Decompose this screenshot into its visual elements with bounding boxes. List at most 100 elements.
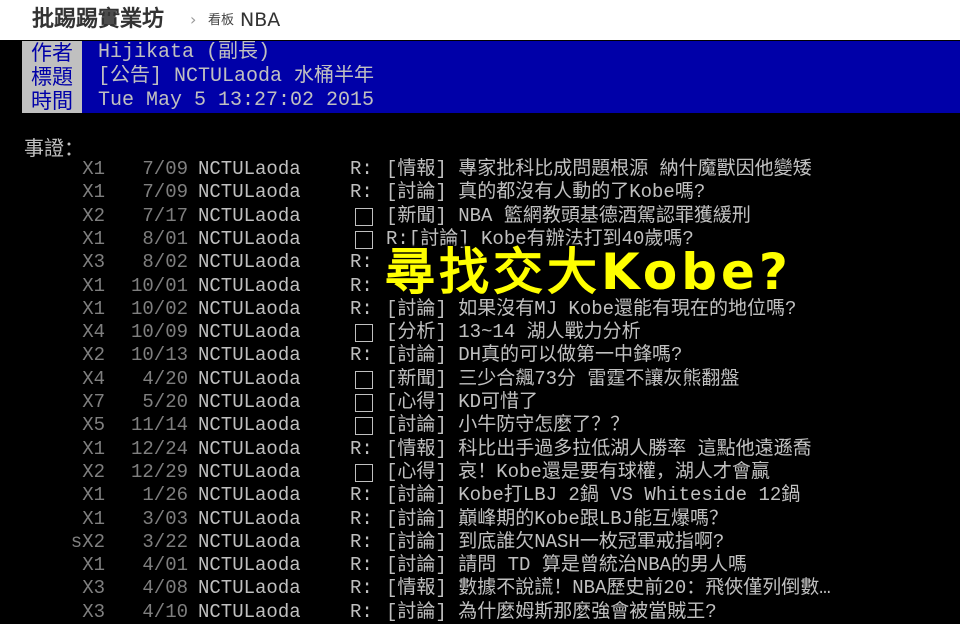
list-item: X1 3/03 NCTULaoda R: [討論] 巔峰期的Kobe跟LBJ能互爆嗎？	[0, 508, 960, 531]
row-status-box: □	[355, 230, 373, 249]
row-date: 4/01	[142, 554, 188, 577]
meta-time: 時間 Tue May 5 13:27:02 2015	[22, 89, 960, 113]
row-status-box: □	[355, 370, 373, 389]
row-date: 11/14	[130, 414, 188, 437]
row-author: NCTULaoda	[198, 507, 301, 530]
meta-title-value: [公告] NCTULaoda 水桶半年	[82, 65, 960, 89]
row-reply-mark: R:	[350, 600, 373, 623]
row-date: 8/01	[142, 227, 188, 250]
row-title: [討論] 請問 TD 算是曾統治NBA的男人嗎	[386, 554, 748, 577]
row-date: 3/03	[142, 507, 188, 530]
list-item: X4 10/09 NCTULaoda □ [分析] 13~14 湖人戰力分析	[0, 321, 960, 344]
row-reply-mark: R:	[350, 484, 373, 507]
row-author: NCTULaoda	[198, 460, 301, 483]
row-status-box: □	[355, 324, 373, 343]
row-mark: X4	[82, 321, 105, 344]
meta-author-key: 作者	[22, 41, 82, 65]
row-title: [心得] KD可惜了	[386, 391, 539, 413]
row-author: NCTULaoda	[198, 181, 301, 204]
list-item: X5 11/14 NCTULaoda □ [討論] 小牛防守怎麼了？？	[0, 414, 960, 437]
site-name-link[interactable]: 批踢踢實業坊	[32, 4, 164, 36]
row-mark: X5	[82, 414, 105, 437]
row-mark: X2	[82, 460, 105, 483]
meta-time-key: 時間	[22, 89, 82, 113]
row-author: NCTULaoda	[198, 158, 301, 180]
row-author: NCTULaoda	[198, 391, 301, 413]
list-item: sX2 3/22 NCTULaoda R: [討論] 到底誰欠NASH一枚冠軍戒指啊?	[0, 531, 960, 554]
row-mark: X1	[82, 507, 105, 530]
list-item: X2 7/17 NCTULaoda □ [新聞] NBA 籃網教頭基德酒駕認罪獲緩刑	[0, 205, 960, 228]
row-reply-mark: R:	[350, 530, 373, 553]
row-reply-mark: R:	[350, 507, 373, 530]
row-date: 3/22	[142, 530, 188, 553]
row-author: NCTULaoda	[198, 437, 301, 460]
row-mark: X1	[82, 484, 105, 507]
row-mark: X2	[82, 204, 105, 227]
meta-author-value: Hijikata (副長)	[82, 41, 960, 65]
site-header: 批踢踢實業坊 › 看板 NBA	[0, 0, 960, 40]
list-item: X2 12/29 NCTULaoda □ [心得] 哀！Kobe還是要有球權，湖人才會贏	[0, 461, 960, 484]
row-reply-mark: R:	[350, 554, 373, 577]
row-mark: X3	[82, 600, 105, 623]
body-label: 事證：	[24, 136, 84, 160]
row-author: NCTULaoda	[198, 414, 301, 437]
list-item: X1 7/09 NCTULaoda R: [情報] 專家批科比成問題根源 納什魔獸因他變…	[0, 158, 960, 181]
row-date: 4/20	[142, 367, 188, 390]
list-item: X1 4/01 NCTULaoda R: [討論] 請問 TD 算是曾統治NBA的男人嗎	[0, 554, 960, 577]
list-item: X1 7/09 NCTULaoda R: [討論] 真的都沒有人動的了Kobe嗎?	[0, 181, 960, 204]
row-mark: X7	[82, 391, 105, 413]
row-mark: X2	[82, 344, 105, 367]
row-status-box: □	[355, 394, 373, 412]
row-status-box: □	[355, 463, 373, 482]
meta-title: 標題 [公告] NCTULaoda 水桶半年	[22, 65, 960, 89]
list-item: X3 4/08 NCTULaoda R: [情報] 數據不說謊！NBA歷史前20：飛俠僅…	[0, 577, 960, 600]
list-item: X4 4/20 NCTULaoda □ [新聞] 三少合飆73分 雷霆不讓灰熊翻盤	[0, 368, 960, 391]
row-date: 12/29	[130, 460, 188, 483]
row-title: [討論] 到底誰欠NASH一枚冠軍戒指啊?	[386, 530, 725, 553]
row-author: NCTULaoda	[198, 344, 301, 367]
row-reply-mark: R:	[350, 181, 373, 204]
row-reply-mark: R:	[350, 344, 373, 367]
row-date: 10/09	[130, 321, 188, 344]
row-author: NCTULaoda	[198, 554, 301, 577]
row-mark: X4	[82, 367, 105, 390]
row-author: NCTULaoda	[198, 321, 301, 344]
row-date: 7/09	[142, 158, 188, 180]
row-date: 7/09	[142, 181, 188, 204]
row-date: 12/24	[130, 437, 188, 460]
row-date: 10/13	[130, 344, 188, 367]
row-author: NCTULaoda	[198, 600, 301, 623]
row-author: NCTULaoda	[198, 274, 301, 297]
row-date: 10/01	[130, 274, 188, 297]
row-reply-mark: R:	[350, 297, 373, 320]
row-mark: X3	[82, 251, 105, 274]
row-title: [新聞] NBA 籃網教頭基德酒駕認罪獲緩刑	[386, 204, 751, 227]
row-status-box: □	[355, 417, 373, 436]
row-author: NCTULaoda	[198, 227, 301, 250]
row-title: [討論] Kobe打LBJ 2鍋 VS Whiteside 12鍋	[386, 484, 801, 507]
row-mark: X1	[82, 227, 105, 250]
list-item: X1 1/26 NCTULaoda R: [討論] Kobe打LBJ 2鍋 VS Whi…	[0, 484, 960, 507]
row-title: [情報] 科比出手過多拉低湖人勝率 這點他遠遜喬	[386, 437, 812, 460]
row-mark: X1	[82, 554, 105, 577]
overlay-caption: 尋找交大Kobe?	[385, 243, 792, 301]
board-name-link[interactable]: NBA	[240, 4, 280, 36]
row-title: [心得] 哀！Kobe還是要有球權，湖人才會贏	[386, 460, 770, 483]
row-author: NCTULaoda	[198, 577, 301, 600]
row-date: 4/10	[142, 600, 188, 623]
row-mark: X1	[82, 437, 105, 460]
row-reply-mark: R:	[350, 158, 373, 180]
row-date: 1/26	[142, 484, 188, 507]
row-mark: X1	[82, 181, 105, 204]
list-item: X2 10/13 NCTULaoda R: [討論] DH真的可以做第一中鋒嗎?	[0, 344, 960, 367]
row-reply-mark: R:	[350, 251, 373, 274]
row-author: NCTULaoda	[198, 204, 301, 227]
row-title: [討論] 為什麼姆斯那麼強會被當賊王?	[386, 600, 717, 623]
list-item: X3 4/10 NCTULaoda R: [討論] 為什麼姆斯那麼強會被當賊王?	[0, 601, 960, 624]
meta-author: 作者 Hijikata (副長)	[22, 41, 960, 65]
row-mark: X3	[82, 577, 105, 600]
row-author: NCTULaoda	[198, 297, 301, 320]
list-item: X7 5/20 NCTULaoda □ [心得] KD可惜了	[0, 391, 960, 414]
row-date: 7/17	[142, 204, 188, 227]
list-item: X1 12/24 NCTULaoda R: [情報] 科比出手過多拉低湖人勝率 這點他遠…	[0, 438, 960, 461]
